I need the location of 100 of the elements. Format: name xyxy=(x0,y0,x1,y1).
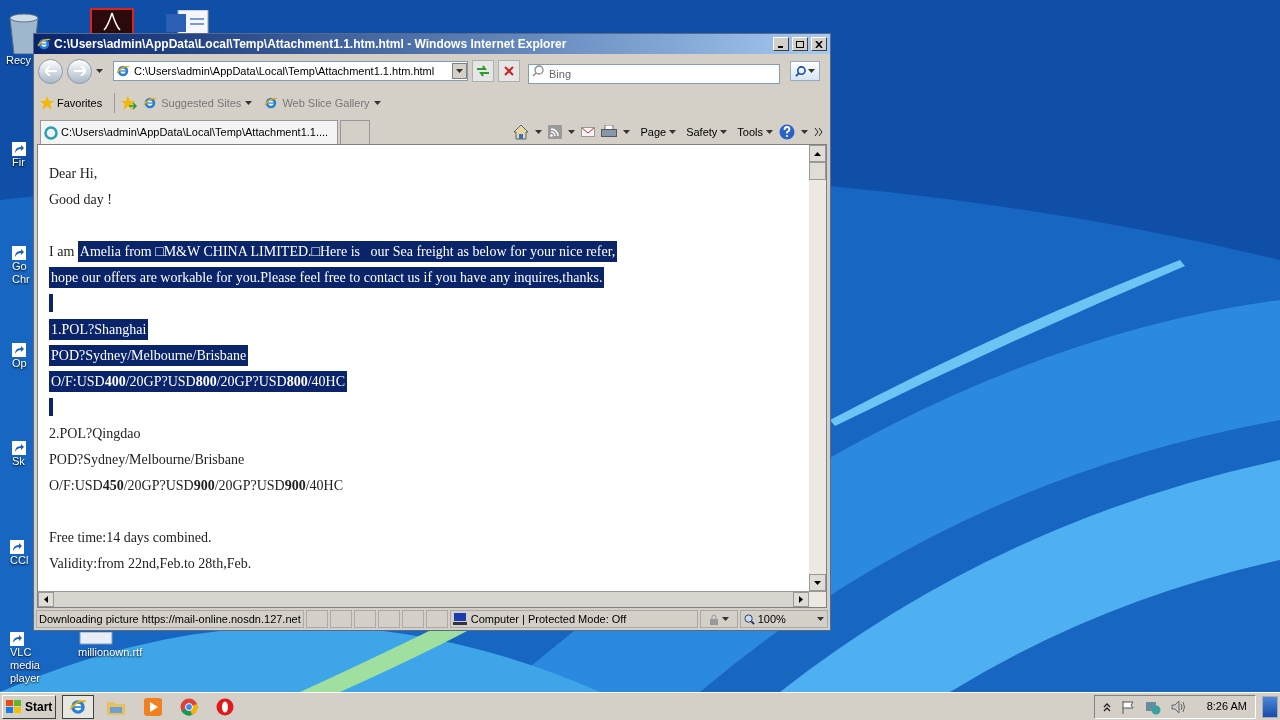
body-text: 2.POL?Qingdao xyxy=(49,424,141,443)
maximize-button[interactable] xyxy=(792,37,808,51)
status-pane xyxy=(401,610,424,628)
shortcut-icon xyxy=(12,343,26,357)
zoom-button[interactable]: 100% xyxy=(739,610,828,628)
caret-icon xyxy=(817,617,824,621)
browser-tab[interactable]: C:\Users\admin\AppData\Local\Temp\Attachment1.1.... xyxy=(40,120,338,144)
stop-button[interactable] xyxy=(498,60,520,82)
scroll-right-button[interactable] xyxy=(793,592,809,607)
media-player-icon[interactable] xyxy=(144,697,163,716)
chrome-icon[interactable] xyxy=(180,697,199,716)
status-pane xyxy=(377,610,400,628)
status-pane xyxy=(329,610,352,628)
loading-icon xyxy=(44,125,58,140)
body-text: Free time:14 days combined. xyxy=(49,528,212,547)
status-text: Downloading picture https://mail-online.nosdn.127.net xyxy=(36,610,304,628)
caret-icon xyxy=(245,101,253,105)
favorites-button[interactable]: Favorites xyxy=(40,94,103,112)
word-document-icon xyxy=(164,10,210,34)
back-button[interactable] xyxy=(38,58,63,84)
forward-button[interactable] xyxy=(67,58,92,84)
close-icon xyxy=(815,40,823,48)
body-text: POD?Sydney/Melbourne/Brisbane xyxy=(49,450,245,469)
flag-icon[interactable] xyxy=(1120,699,1135,714)
ie-icon xyxy=(37,37,51,51)
speaker-icon[interactable] xyxy=(1170,699,1187,714)
down-arrow-icon xyxy=(814,580,821,585)
caret-icon xyxy=(96,69,103,73)
shortcut-icon xyxy=(10,540,24,554)
feed-icon[interactable] xyxy=(548,124,563,139)
minimize-button[interactable] xyxy=(773,37,789,51)
ie-icon xyxy=(69,697,88,716)
windows-logo-icon xyxy=(6,699,22,714)
left-arrow-icon xyxy=(44,596,48,603)
close-button[interactable] xyxy=(811,37,827,51)
refresh-button[interactable] xyxy=(472,60,494,82)
desktop-icon-label[interactable]: Recy xyxy=(6,54,32,67)
body-text: hope our offers are workable for you.Please feel free to contact us if you have any inquires,thanks. xyxy=(49,266,605,288)
command-menu[interactable]: Page xyxy=(640,123,677,140)
caret-icon xyxy=(373,101,381,105)
caret-icon xyxy=(456,69,463,73)
taskbar-button[interactable] xyxy=(62,694,95,719)
search-field[interactable]: Bing xyxy=(528,64,780,84)
shortcut-icon xyxy=(10,632,24,646)
body-text: Good day ! xyxy=(49,190,112,209)
caret-icon xyxy=(669,129,677,134)
status-pane xyxy=(305,610,328,628)
opera-icon[interactable] xyxy=(216,697,235,716)
body-text: POD?Sydney/Melbourne/Brisbane xyxy=(49,344,249,366)
search-icon xyxy=(795,65,806,77)
pop-up-button[interactable] xyxy=(699,610,738,628)
caret-icon xyxy=(766,129,773,134)
body-text: 1.POL?Shanghai xyxy=(49,318,149,340)
shortcut-icon xyxy=(12,142,26,156)
up-arrow-icon xyxy=(814,151,821,156)
caret-icon xyxy=(568,129,576,134)
page-icon xyxy=(264,96,279,110)
horizontal-scrollbar[interactable] xyxy=(38,591,826,607)
forward-arrow-icon xyxy=(73,66,86,76)
chevron-up-icon[interactable] xyxy=(1102,701,1111,712)
pdf-icon xyxy=(90,8,134,34)
scroll-down-button[interactable] xyxy=(809,574,826,591)
dropdown-button[interactable] xyxy=(452,63,467,79)
command-menu[interactable]: Tools xyxy=(737,123,773,140)
body-text: Amelia from □M&W CHINA LIMITED.□Here is our Sea freight as below for your nice refer, xyxy=(77,240,618,262)
start-button[interactable]: Start xyxy=(2,694,57,719)
body-text: O/F:USD450/20GP?USD900/20GP?USD900/40HC xyxy=(49,476,344,495)
zoom-icon xyxy=(743,613,755,625)
command-menu[interactable]: Safety xyxy=(686,123,728,140)
maximize-icon xyxy=(796,40,804,48)
refresh-icon xyxy=(476,65,490,77)
mail-icon[interactable] xyxy=(581,125,596,138)
vertical-scrollbar[interactable] xyxy=(809,145,826,591)
desktop-icon-label[interactable]: Op xyxy=(12,357,27,370)
body-text: Dear Hi, xyxy=(49,164,98,183)
search-button[interactable] xyxy=(790,61,820,81)
desktop-icon-label[interactable]: Go Chr xyxy=(12,260,30,286)
window-title: C:\Users\admin\AppData\Local\Temp\Attachment1.1.htm.html - Windows Internet Explorer xyxy=(54,36,568,53)
zone-text: Computer | Protected Mode: Off xyxy=(470,611,627,627)
scroll-thumb[interactable] xyxy=(809,162,826,180)
page-icon xyxy=(143,96,158,110)
search-icon xyxy=(532,65,544,77)
chevron-icon[interactable] xyxy=(814,127,824,136)
scroll-up-button[interactable] xyxy=(809,145,826,162)
add-favorite-icon[interactable] xyxy=(121,96,138,110)
desktop-icon-label[interactable]: CCl xyxy=(10,554,29,567)
clock[interactable]: 8:26 AM xyxy=(1206,698,1247,715)
show-desktop-button[interactable] xyxy=(1262,695,1278,718)
computer-icon xyxy=(452,613,467,625)
address-field[interactable]: C:\Users\admin\AppData\Local\Temp\Attachment1.1.htm.html xyxy=(113,61,468,81)
desktop-icon-label[interactable]: Fir xyxy=(12,156,25,169)
help-icon[interactable] xyxy=(779,123,795,140)
scroll-left-button[interactable] xyxy=(38,592,54,607)
right-arrow-icon xyxy=(799,596,803,603)
home-icon[interactable] xyxy=(513,123,530,140)
caret-icon xyxy=(808,69,815,73)
body-text: O/F:USD400/20GP?USD800/20GP?USD800/40HC xyxy=(49,370,348,392)
desktop-icon-label[interactable]: Sk xyxy=(12,455,25,468)
printer-icon[interactable] xyxy=(601,124,618,139)
desktop-icon-label[interactable]: VLC media player xyxy=(10,646,62,685)
